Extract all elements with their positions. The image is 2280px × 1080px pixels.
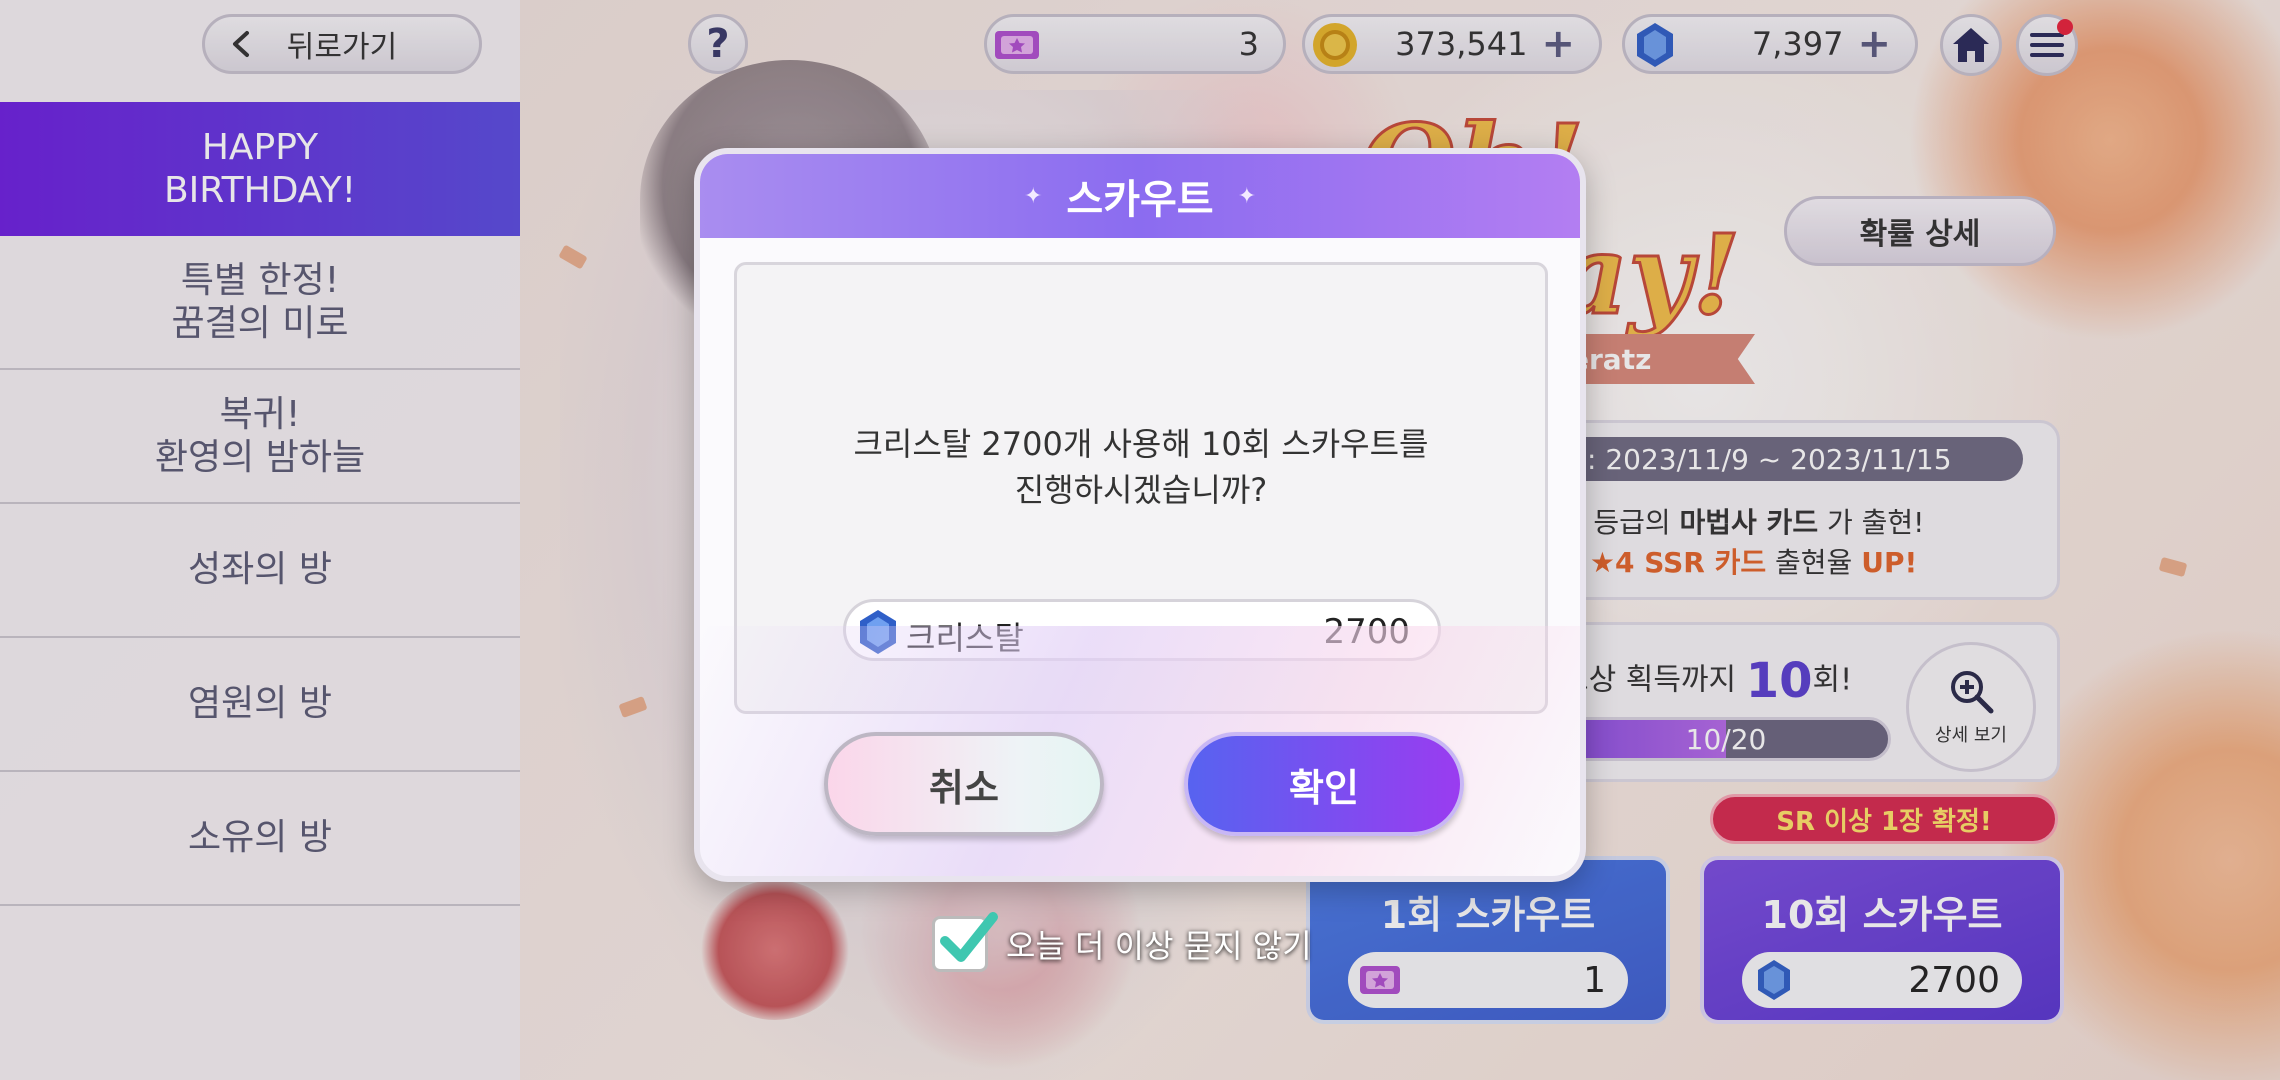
sparkle-icon: ✦ bbox=[1237, 183, 1257, 209]
scout-confirm-dialog: ✦ 스카우트 ✦ 크리스탈 2700개 사용해 10회 스카우트를 진행하시겠습… bbox=[694, 148, 1586, 882]
cost-value: 2700 bbox=[1323, 612, 1410, 652]
cancel-button[interactable]: 취소 bbox=[824, 732, 1104, 836]
dialog-message: 크리스탈 2700개 사용해 10회 스카우트를 진행하시겠습니까? bbox=[737, 421, 1545, 514]
dialog-message-line2: 진행하시겠습니까? bbox=[1014, 471, 1268, 510]
cost-display: 크리스탈 2700 bbox=[843, 599, 1441, 661]
dont-ask-today-toggle[interactable]: 오늘 더 이상 묻지 않기 bbox=[932, 912, 1312, 974]
cost-label: 크리스탈 bbox=[906, 619, 1024, 657]
check-icon bbox=[940, 912, 998, 962]
crystal-icon bbox=[860, 610, 896, 654]
sparkle-icon: ✦ bbox=[1023, 183, 1043, 209]
dialog-message-line1: 크리스탈 2700개 사용해 10회 스카우트를 bbox=[853, 425, 1429, 463]
dont-ask-label: 오늘 더 이상 묻지 않기 bbox=[1006, 927, 1312, 965]
dialog-body: 크리스탈 2700개 사용해 10회 스카우트를 진행하시겠습니까? 크리스탈 … bbox=[734, 262, 1548, 714]
confirm-button[interactable]: 확인 bbox=[1184, 732, 1464, 836]
dialog-header: ✦ 스카우트 ✦ bbox=[700, 154, 1580, 238]
dialog-title: 스카우트 bbox=[1066, 177, 1214, 223]
dont-ask-checkbox[interactable] bbox=[932, 912, 998, 972]
